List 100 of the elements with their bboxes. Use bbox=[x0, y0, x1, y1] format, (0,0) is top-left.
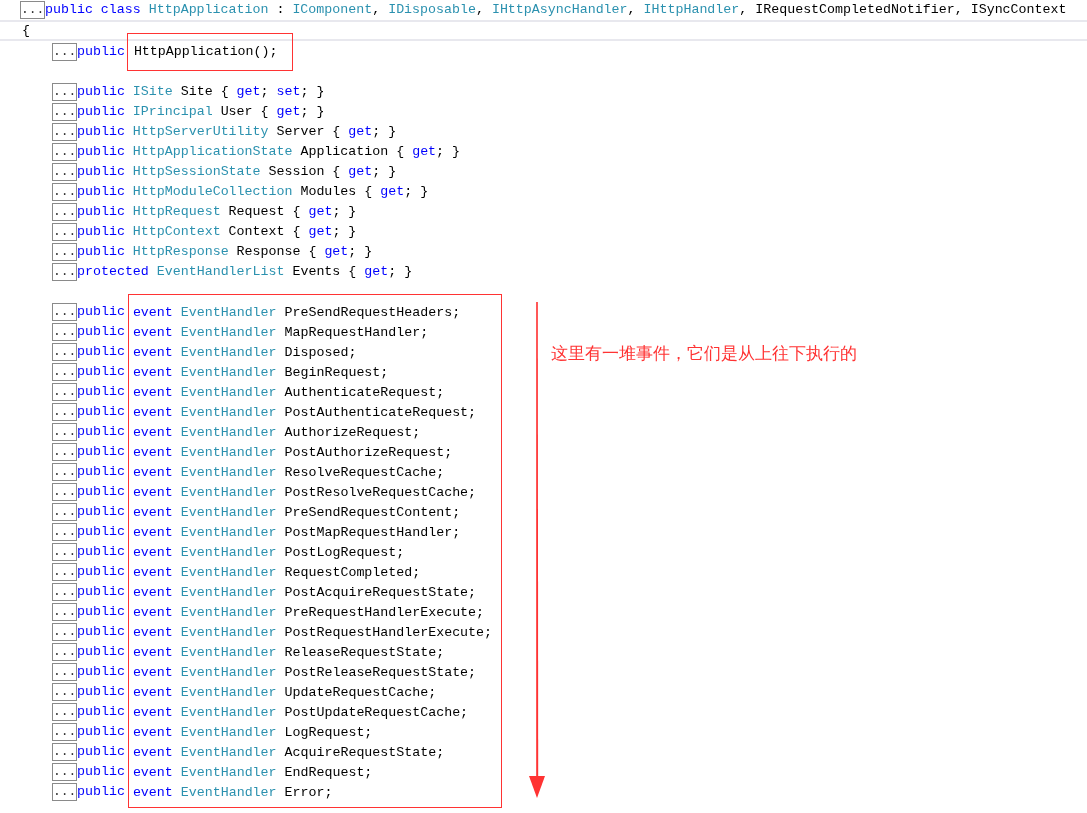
code-keyword: public bbox=[77, 583, 125, 601]
event-name: MapRequestHandler; bbox=[284, 324, 429, 342]
code-keyword: event bbox=[132, 524, 173, 542]
collapse-button[interactable]: ... bbox=[52, 703, 77, 721]
code-keyword: event bbox=[132, 564, 173, 582]
event-name: PostAuthorizeRequest; bbox=[284, 444, 453, 462]
collapse-button[interactable]: ... bbox=[52, 343, 77, 361]
collapse-button[interactable]: ... bbox=[52, 503, 77, 521]
code-keyword: public bbox=[77, 663, 125, 681]
collapse-button[interactable]: ... bbox=[52, 323, 77, 341]
event-name: PreRequestHandlerExecute; bbox=[284, 604, 485, 622]
code-keyword: public bbox=[77, 383, 125, 401]
collapse-button[interactable]: ... bbox=[52, 603, 77, 621]
collapse-button[interactable]: ... bbox=[20, 1, 45, 19]
code-keyword: event bbox=[132, 404, 173, 422]
type-name: EventHandler bbox=[180, 684, 277, 702]
code-keyword: event bbox=[132, 704, 173, 722]
code-keyword: public bbox=[77, 43, 125, 61]
event-name: ReleaseRequestState; bbox=[284, 644, 445, 662]
code-line: { bbox=[22, 21, 30, 40]
collapse-button[interactable]: ... bbox=[52, 423, 77, 441]
collapse-button[interactable]: ... bbox=[52, 83, 77, 101]
code-keyword: public bbox=[77, 763, 125, 781]
event-name: PostAuthenticateRequest; bbox=[284, 404, 477, 422]
code-keyword: public bbox=[77, 723, 125, 741]
code-keyword: event bbox=[132, 544, 173, 562]
collapse-button[interactable]: ... bbox=[52, 363, 77, 381]
code-keyword: event bbox=[132, 784, 173, 802]
code-keyword: public bbox=[77, 563, 125, 581]
code-keyword: public bbox=[77, 423, 125, 441]
code-line: public HttpContext Context { get; } bbox=[77, 223, 357, 241]
collapse-button[interactable]: ... bbox=[52, 43, 77, 61]
event-name: PostUpdateRequestCache; bbox=[284, 704, 469, 722]
collapse-button[interactable]: ... bbox=[52, 203, 77, 221]
collapse-button[interactable]: ... bbox=[52, 683, 77, 701]
code-keyword: event bbox=[132, 364, 173, 382]
code-keyword: public bbox=[77, 743, 125, 761]
code-keyword: public bbox=[77, 483, 125, 501]
collapse-button[interactable]: ... bbox=[52, 243, 77, 261]
collapse-button[interactable]: ... bbox=[52, 263, 77, 281]
event-name: PostReleaseRequestState; bbox=[284, 664, 477, 682]
collapse-button[interactable]: ... bbox=[52, 623, 77, 641]
type-name: EventHandler bbox=[180, 404, 277, 422]
collapse-button[interactable]: ... bbox=[52, 743, 77, 761]
type-name: EventHandler bbox=[180, 604, 277, 622]
code-keyword: public bbox=[77, 783, 125, 801]
collapse-button[interactable]: ... bbox=[52, 163, 77, 181]
collapse-button[interactable]: ... bbox=[52, 483, 77, 501]
collapse-button[interactable]: ... bbox=[52, 643, 77, 661]
code-keyword: event bbox=[132, 344, 173, 362]
collapse-button[interactable]: ... bbox=[52, 723, 77, 741]
code-keyword: public bbox=[77, 603, 125, 621]
type-name: EventHandler bbox=[180, 784, 277, 802]
code-keyword: public bbox=[77, 643, 125, 661]
event-name: PreSendRequestHeaders; bbox=[284, 304, 461, 322]
collapse-button[interactable]: ... bbox=[52, 383, 77, 401]
event-name: PostRequestHandlerExecute; bbox=[284, 624, 493, 642]
type-name: EventHandler bbox=[180, 524, 277, 542]
code-keyword: event bbox=[132, 664, 173, 682]
event-name: BeginRequest; bbox=[284, 364, 389, 382]
collapse-button[interactable]: ... bbox=[52, 763, 77, 781]
collapse-button[interactable]: ... bbox=[52, 523, 77, 541]
code-keyword: public bbox=[77, 463, 125, 481]
collapse-button[interactable]: ... bbox=[52, 183, 77, 201]
type-name: EventHandler bbox=[180, 644, 277, 662]
collapse-button[interactable]: ... bbox=[52, 563, 77, 581]
code-keyword: public bbox=[77, 683, 125, 701]
collapse-button[interactable]: ... bbox=[52, 103, 77, 121]
type-name: EventHandler bbox=[180, 544, 277, 562]
type-name: EventHandler bbox=[180, 324, 277, 342]
type-name: EventHandler bbox=[180, 384, 277, 402]
code-line: public ISite Site { get; set; } bbox=[77, 83, 325, 101]
event-name: Disposed; bbox=[284, 344, 357, 362]
collapse-button[interactable]: ... bbox=[52, 583, 77, 601]
collapse-button[interactable]: ... bbox=[52, 143, 77, 161]
collapse-button[interactable]: ... bbox=[52, 303, 77, 321]
event-name: PostResolveRequestCache; bbox=[284, 484, 477, 502]
collapse-button[interactable]: ... bbox=[52, 403, 77, 421]
collapse-button[interactable]: ... bbox=[52, 663, 77, 681]
type-name: EventHandler bbox=[180, 304, 277, 322]
collapse-button[interactable]: ... bbox=[52, 223, 77, 241]
code-keyword: event bbox=[132, 304, 173, 322]
collapse-button[interactable]: ... bbox=[52, 543, 77, 561]
collapse-button[interactable]: ... bbox=[52, 463, 77, 481]
collapse-button[interactable]: ... bbox=[52, 123, 77, 141]
event-name: EndRequest; bbox=[284, 764, 373, 782]
event-name: PostAcquireRequestState; bbox=[284, 584, 477, 602]
collapse-button[interactable]: ... bbox=[52, 443, 77, 461]
code-line: public class HttpApplication : IComponent, IDisposable, IHttpAsyncHandler, IHttpHandler, IRequestCompletedNotifier, ISyncContext bbox=[45, 1, 1067, 19]
code-line: public HttpSessionState Session { get; } bbox=[77, 163, 397, 181]
code-keyword: event bbox=[132, 584, 173, 602]
collapse-button[interactable]: ... bbox=[52, 783, 77, 801]
code-keyword: event bbox=[132, 464, 173, 482]
code-keyword: event bbox=[132, 724, 173, 742]
code-line: public HttpModuleCollection Modules { get; } bbox=[77, 183, 429, 201]
event-name: LogRequest; bbox=[284, 724, 373, 742]
code-keyword: event bbox=[132, 424, 173, 442]
code-keyword: public bbox=[77, 543, 125, 561]
code-line: public HttpRequest Request { get; } bbox=[77, 203, 357, 221]
code-keyword: event bbox=[132, 644, 173, 662]
